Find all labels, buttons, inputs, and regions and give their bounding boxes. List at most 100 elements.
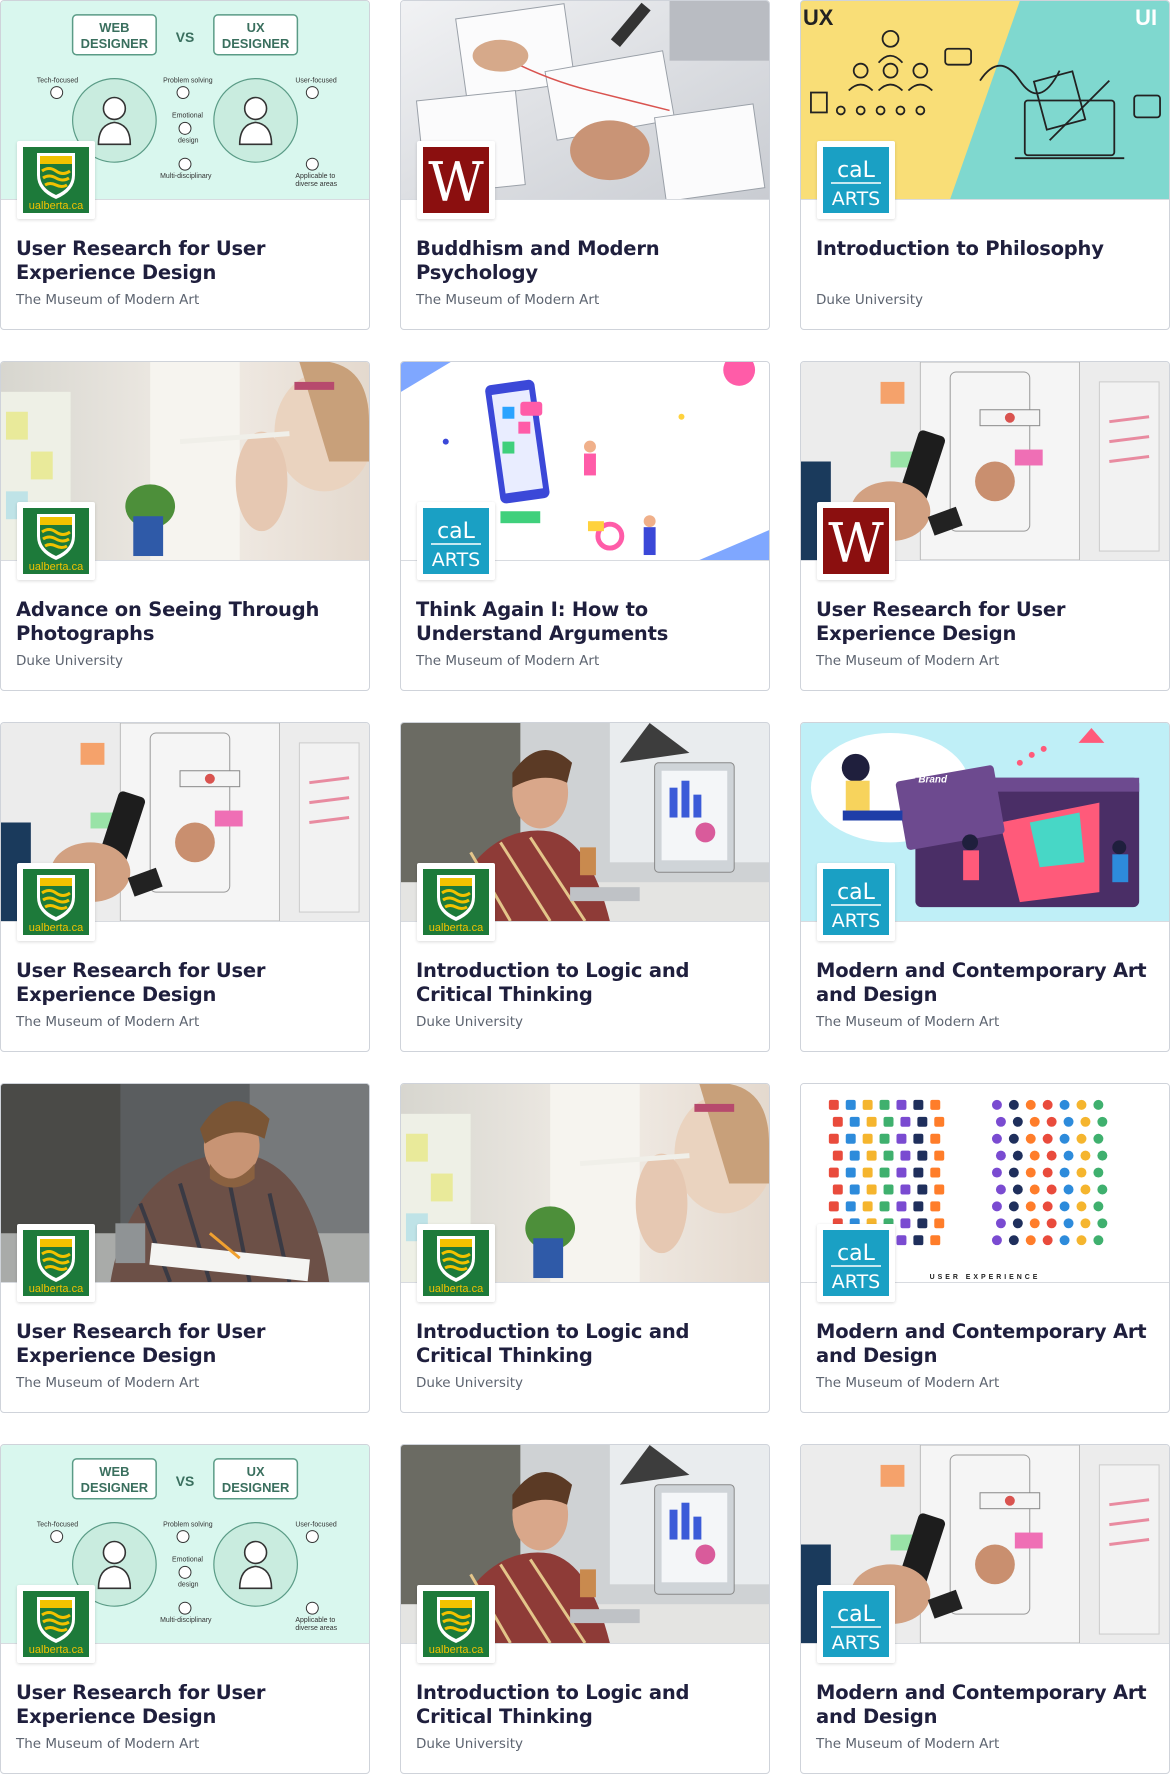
svg-text:UI: UI [1135,5,1157,30]
svg-text:caL: caL [837,880,876,905]
svg-text:Multi-disciplinary: Multi-disciplinary [160,1617,212,1624]
course-partner: The Museum of Modern Art [16,1014,200,1030]
svg-text:User-focused: User-focused [295,1522,336,1529]
course-partner: The Museum of Modern Art [816,1736,1000,1752]
w-logo-logo: W [417,141,495,219]
ualberta-logo: ualberta.ca [17,141,95,219]
calarts-logo: caL ARTS [817,1585,895,1663]
svg-text:UX: UX [247,20,265,35]
course-title[interactable]: Think Again I: How to Understand Argumen… [416,598,755,646]
course-card[interactable]: ualberta.ca Introduction to Logic and Cr… [400,722,770,1052]
svg-text:design: design [178,137,199,144]
svg-text:WEB: WEB [99,1464,129,1479]
course-partner: The Museum of Modern Art [816,1014,1000,1030]
course-partner: Duke University [416,1014,523,1030]
course-card[interactable]: USER EXPERIENCE caL ARTS Modern and Cont… [800,1083,1170,1413]
svg-text:ARTS: ARTS [832,1271,880,1293]
course-partner: Duke University [816,292,923,308]
course-partner: The Museum of Modern Art [16,1736,200,1752]
calarts-logo: caL ARTS [817,1224,895,1302]
ualberta-logo-text: ualberta.ca [29,200,84,212]
ualberta-logo: ualberta.ca [17,502,95,580]
svg-text:diverse areas: diverse areas [295,1625,337,1632]
course-card[interactable]: WEB DESIGNER VS UX DESIGNER Tech-focused… [0,0,370,330]
course-title[interactable]: User Research for User Experience Design [16,237,355,285]
course-card[interactable]: ualberta.ca User Research for User Exper… [0,1083,370,1413]
course-title[interactable]: Buddhism and Modern Psychology [416,237,755,285]
svg-text:DESIGNER: DESIGNER [222,1480,290,1495]
course-partner: The Museum of Modern Art [416,292,600,308]
svg-text:caL: caL [837,1602,876,1627]
svg-text:DESIGNER: DESIGNER [222,36,290,51]
svg-text:diverse areas: diverse areas [295,181,337,188]
svg-text:W: W [428,151,484,213]
svg-text:UX: UX [803,5,834,30]
course-card[interactable]: ualberta.ca User Research for User Exper… [0,722,370,1052]
course-title[interactable]: User Research for User Experience Design [16,959,355,1007]
course-title[interactable]: Modern and Contemporary Art and Design [816,959,1155,1007]
course-card[interactable]: WEB DESIGNER VS UX DESIGNER Tech-focused… [0,1444,370,1774]
svg-text:Problem solving: Problem solving [163,1522,213,1529]
course-card[interactable]: ualberta.ca Introduction to Logic and Cr… [400,1444,770,1774]
ualberta-logo: ualberta.ca [417,1224,495,1302]
svg-text:DESIGNER: DESIGNER [81,36,149,51]
course-title[interactable]: Introduction to Logic and Critical Think… [416,959,755,1007]
svg-text:caL: caL [837,158,876,183]
ualberta-logo: ualberta.ca [17,863,95,941]
course-title[interactable]: User Research for User Experience Design [16,1320,355,1368]
svg-text:Multi-disciplinary: Multi-disciplinary [160,173,212,180]
course-card[interactable]: caL ARTS Think Again I: How to Understan… [400,361,770,691]
course-card[interactable]: ualberta.ca Introduction to Logic and Cr… [400,1083,770,1413]
calarts-logo: caL ARTS [417,502,495,580]
ualberta-logo: ualberta.ca [417,1585,495,1663]
svg-text:UX: UX [247,1464,265,1479]
svg-text:ARTS: ARTS [832,188,880,210]
ualberta-logo: ualberta.ca [417,863,495,941]
svg-text:caL: caL [437,519,476,544]
course-title[interactable]: User Research for User Experience Design [16,1681,355,1729]
ualberta-logo: ualberta.ca [17,1224,95,1302]
course-title[interactable]: Modern and Contemporary Art and Design [816,1320,1155,1368]
course-grid: WEB DESIGNER VS UX DESIGNER Tech-focused… [0,0,1170,1774]
course-partner: The Museum of Modern Art [816,653,1000,669]
svg-text:VS: VS [176,29,195,45]
svg-text:design: design [178,1581,199,1588]
course-card[interactable]: W User Research for User Experience Desi… [800,361,1170,691]
course-title[interactable]: Introduction to Logic and Critical Think… [416,1681,755,1729]
course-title[interactable]: Introduction to Logic and Critical Think… [416,1320,755,1368]
course-card[interactable]: caL ARTS Modern and Contemporary Art and… [800,1444,1170,1774]
course-card[interactable]: ualberta.ca Advance on Seeing Through Ph… [0,361,370,691]
course-partner: The Museum of Modern Art [16,292,200,308]
svg-text:ARTS: ARTS [832,910,880,932]
course-card[interactable]: Brand caL ARTS Modern and Contemporary A… [800,722,1170,1052]
calarts-logo: caL ARTS [817,863,895,941]
course-title[interactable]: User Research for User Experience Design [816,598,1155,646]
ualberta-logo-text: ualberta.ca [429,1283,484,1295]
ualberta-logo-text: ualberta.ca [29,561,84,573]
course-card[interactable]: W Buddhism and Modern Psychology The Muse… [400,0,770,330]
calarts-logo: caL ARTS [817,141,895,219]
course-card[interactable]: UX UI caL ARTS Introduction to Philosoph… [800,0,1170,330]
svg-text:W: W [828,512,884,574]
svg-text:ARTS: ARTS [832,1632,880,1654]
course-partner: The Museum of Modern Art [816,1375,1000,1391]
svg-text:Applicable to: Applicable to [295,1617,335,1624]
svg-text:caL: caL [837,1241,876,1266]
ualberta-logo-text: ualberta.ca [29,1283,84,1295]
course-title[interactable]: Advance on Seeing Through Photographs [16,598,355,646]
course-title[interactable]: Modern and Contemporary Art and Design [816,1681,1155,1729]
svg-text:Emotional: Emotional [172,1556,203,1563]
course-title[interactable]: Introduction to Philosophy [816,237,1155,261]
svg-text:Tech-focused: Tech-focused [37,1522,78,1529]
course-partner: Duke University [416,1375,523,1391]
svg-text:Emotional: Emotional [172,112,203,119]
svg-text:User-focused: User-focused [295,78,336,85]
course-partner: The Museum of Modern Art [16,1375,200,1391]
ualberta-logo-text: ualberta.ca [29,1644,84,1656]
w-logo-logo: W [817,502,895,580]
course-partner: Duke University [16,653,123,669]
svg-text:Tech-focused: Tech-focused [37,78,78,85]
ualberta-logo: ualberta.ca [17,1585,95,1663]
course-partner: The Museum of Modern Art [416,653,600,669]
svg-text:Applicable to: Applicable to [295,173,335,180]
